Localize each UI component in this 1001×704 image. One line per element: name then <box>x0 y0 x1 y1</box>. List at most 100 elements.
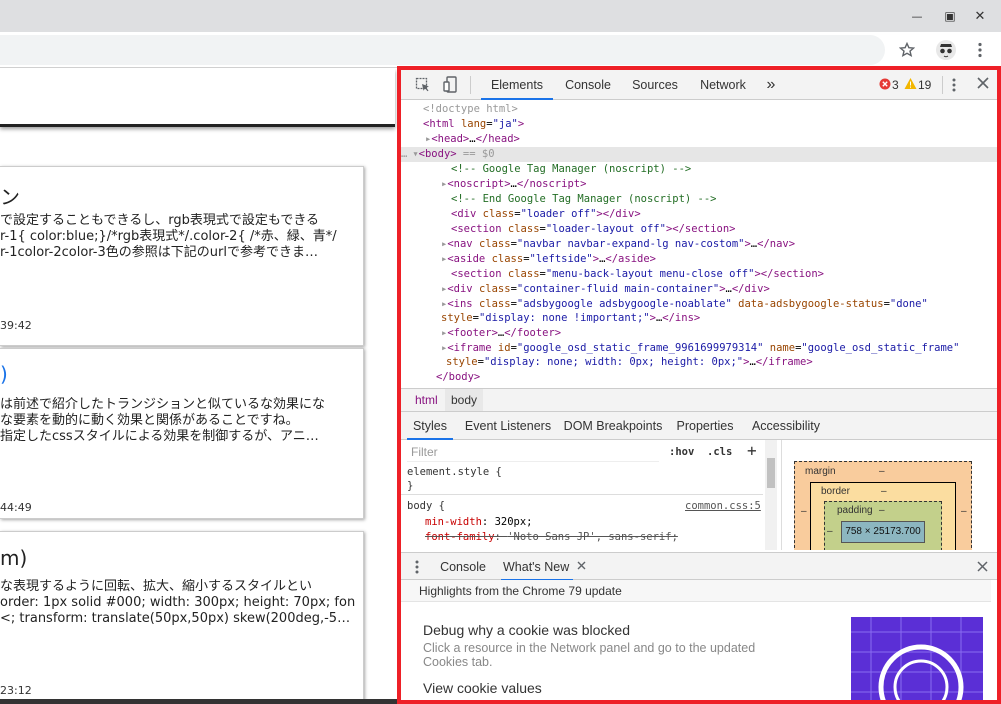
tab-network[interactable]: Network <box>691 70 755 100</box>
article-excerpt: は前述で紹介したトランジションと似ているな効果にな な要素を動的に動く効果と関係… <box>0 397 326 444</box>
tab-accessibility[interactable]: Accessibility <box>749 412 823 440</box>
body-rule-selector[interactable]: body { <box>407 500 445 512</box>
tab-styles[interactable]: Styles <box>407 412 453 440</box>
omnibox[interactable] <box>0 35 885 65</box>
tab-event-listeners[interactable]: Event Listeners <box>463 412 553 440</box>
device-toolbar-button[interactable] <box>443 76 459 94</box>
element-style-close: } <box>407 480 414 492</box>
dom-line[interactable]: ▸<head>…</head> <box>425 132 520 147</box>
tab-elements[interactable]: Elements <box>481 70 553 100</box>
more-tabs-button[interactable]: » <box>759 70 783 100</box>
whats-new-item-title[interactable]: View cookie values <box>423 680 542 696</box>
padding-top-value: – <box>879 505 885 516</box>
styles-filter-input[interactable]: Filter <box>407 442 659 462</box>
breadcrumb-body[interactable]: body <box>445 389 484 411</box>
dom-line[interactable]: style="display: none !important;">…</ins… <box>441 311 700 326</box>
article-card[interactable]: m) な表現するように回転、拡大、縮小するスタイルとい order: 1px s… <box>0 531 364 704</box>
border-top-value: – <box>881 486 887 497</box>
scrollbar-thumb[interactable] <box>767 458 775 488</box>
tab-properties[interactable]: Properties <box>673 412 737 440</box>
dom-line-selected[interactable]: … ▾<body> == $0 <box>401 147 997 162</box>
dom-line[interactable]: <!doctype html> <box>423 102 518 117</box>
plus-icon: + <box>747 441 757 460</box>
close-icon <box>977 561 988 572</box>
box-padding[interactable]: padding – – 758 × 25173.700 <box>824 501 942 550</box>
warning-icon <box>904 78 917 89</box>
article-title[interactable]: m) <box>0 546 27 570</box>
bookmark-star-button[interactable] <box>895 38 919 62</box>
dom-line[interactable]: ▸<iframe id="google_osd_static_frame_996… <box>441 341 959 356</box>
drawer-menu-button[interactable] <box>415 560 419 574</box>
toolbar-divider <box>470 76 471 94</box>
close-window-button[interactable]: ✕ <box>963 0 997 32</box>
site-header <box>0 69 395 127</box>
dom-line[interactable]: <div class="loader off"></div> <box>451 207 641 222</box>
minimize-button[interactable]: — <box>900 0 934 32</box>
kebab-menu-icon <box>415 560 419 574</box>
article-card[interactable]: ) は前述で紹介したトランジションと似ているな効果にな な要素を動的に動く効果と… <box>0 348 364 519</box>
page-footer-strip <box>0 699 397 704</box>
drawer-tab-console[interactable]: Console <box>433 553 493 581</box>
dom-line[interactable]: ▸<aside class="leftside">…</aside> <box>441 252 656 267</box>
dom-line[interactable]: ▸<noscript>…</noscript> <box>441 177 586 192</box>
dom-breadcrumbs: html body <box>401 388 997 412</box>
dom-line[interactable]: ▸<footer>…</footer> <box>441 326 561 341</box>
css-declaration[interactable]: min-width: 320px; <box>425 516 533 528</box>
whats-new-item-title[interactable]: Debug why a cookie was blocked <box>423 622 630 638</box>
browser-menu-button[interactable] <box>968 38 992 62</box>
element-style-rule[interactable]: element.style { <box>407 466 502 478</box>
article-time: 39:42 <box>0 319 32 332</box>
css-declaration-overridden[interactable]: font-family: 'Noto Sans JP', sans-serif; <box>425 531 678 543</box>
article-title[interactable]: ン <box>0 181 20 210</box>
close-devtools-button[interactable] <box>977 77 989 89</box>
class-toggle[interactable]: .cls <box>707 446 732 458</box>
dom-line[interactable]: ▸<div class="container-fluid main-contai… <box>441 282 770 297</box>
dom-line[interactable]: <section class="loader-layout off"></sec… <box>451 222 736 237</box>
box-content-size[interactable]: 758 × 25173.700 <box>841 521 925 543</box>
inspect-element-button[interactable] <box>415 77 431 93</box>
error-count-badge[interactable] <box>879 78 893 92</box>
margin-label: margin <box>805 466 836 477</box>
box-margin[interactable]: margin – – – border – padding – – 758 × … <box>794 461 972 550</box>
whats-new-thumbnail[interactable] <box>851 617 983 700</box>
whats-new-panel: Highlights from the Chrome 79 update Deb… <box>401 580 997 700</box>
box-model-diagram: margin – – – border – padding – – 758 × … <box>781 440 997 550</box>
article-card[interactable]: ン で設定することもできるし、rgb表現式で設定もできる r-1{ color:… <box>0 166 364 346</box>
drawer-tab-whats-new[interactable]: What's New <box>501 553 573 581</box>
box-border[interactable]: border – padding – – 758 × 25173.700 <box>810 482 956 550</box>
border-label: border <box>821 486 850 497</box>
dom-line[interactable]: ▸<ins class="adsbygoogle adsbygoogle-noa… <box>441 297 928 312</box>
profile-button[interactable] <box>934 38 958 62</box>
browser-title-bar: — ▣ ✕ <box>0 0 1001 32</box>
dom-line[interactable]: </body> <box>436 370 480 385</box>
article-title[interactable]: ) <box>0 362 8 386</box>
dom-line[interactable]: <html lang="ja"> <box>423 117 524 132</box>
rule-source-link[interactable]: common.css:5 <box>685 500 761 512</box>
close-whats-new-tab-button[interactable] <box>577 561 586 570</box>
article-time: 44:49 <box>0 501 32 514</box>
dom-tree[interactable]: <!doctype html> <html lang="ja"> ▸<head>… <box>401 100 997 387</box>
dom-line[interactable]: <!-- End Google Tag Manager (noscript) -… <box>451 192 717 207</box>
whats-new-item-desc: Click a resource in the Network panel an… <box>423 641 756 669</box>
article-excerpt: な表現するように回転、拡大、縮小するスタイルとい order: 1px soli… <box>0 579 356 626</box>
tab-dom-breakpoints[interactable]: DOM Breakpoints <box>563 412 663 440</box>
close-drawer-button[interactable] <box>977 561 988 572</box>
tab-console[interactable]: Console <box>556 70 620 100</box>
dom-line[interactable]: <section class="menu-back-layout menu-cl… <box>451 267 824 282</box>
hover-state-toggle[interactable]: :hov <box>669 446 694 458</box>
dom-line[interactable]: <!-- Google Tag Manager (noscript) --> <box>451 162 691 177</box>
tab-sources[interactable]: Sources <box>623 70 687 100</box>
breadcrumb-html[interactable]: html <box>415 393 438 407</box>
star-icon <box>899 42 915 57</box>
restore-icon: ▣ <box>944 9 956 23</box>
warning-count-badge[interactable] <box>904 77 917 90</box>
dom-line[interactable]: style="display: none; width: 0px; height… <box>446 355 813 370</box>
error-count: 3 <box>892 78 899 92</box>
devtools-menu-button[interactable] <box>952 78 956 92</box>
dom-line[interactable]: ▸<nav class="navbar navbar-expand-lg nav… <box>441 237 795 252</box>
kebab-menu-icon <box>952 78 956 92</box>
new-style-rule-button[interactable]: + <box>747 441 757 460</box>
restore-button[interactable]: ▣ <box>933 0 967 32</box>
devtools-toolbar: Elements Console Sources Network » 3 19 <box>401 70 997 100</box>
styles-scrollbar[interactable] <box>765 440 777 550</box>
